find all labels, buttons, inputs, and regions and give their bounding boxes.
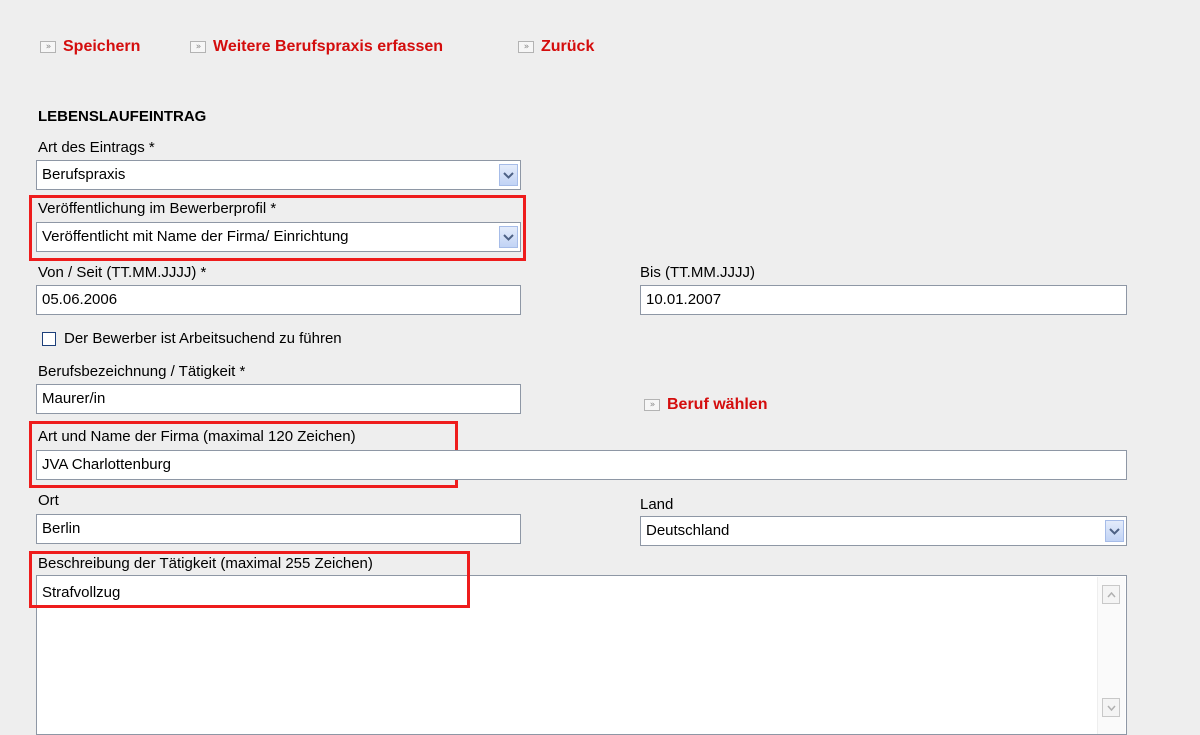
double-arrow-icon: » [518, 41, 534, 53]
city-input[interactable]: Berlin [36, 514, 521, 544]
entry-type-select[interactable]: Berufspraxis [36, 160, 521, 190]
chevron-down-icon[interactable] [1105, 520, 1124, 542]
chevron-down-icon[interactable] [499, 226, 518, 248]
double-arrow-icon: » [190, 41, 206, 53]
choose-job-label[interactable]: Beruf wählen [667, 396, 767, 414]
company-label: Art und Name der Firma (maximal 120 Zeic… [38, 428, 356, 445]
choose-job-link[interactable]: » Beruf wählen [644, 394, 767, 416]
double-arrow-icon: » [40, 41, 56, 53]
vertical-scrollbar[interactable] [1097, 577, 1125, 734]
company-input[interactable]: JVA Charlottenburg [36, 450, 1127, 480]
publication-value: Veröffentlicht mit Name der Firma/ Einri… [42, 228, 349, 245]
job-seeking-checkbox[interactable] [42, 332, 56, 346]
job-title-input[interactable]: Maurer/in [36, 384, 521, 414]
country-value: Deutschland [646, 522, 730, 539]
publication-select[interactable]: Veröffentlicht mit Name der Firma/ Einri… [36, 222, 521, 252]
back-link[interactable]: » Zurück [518, 36, 594, 58]
country-label: Land [640, 496, 674, 513]
from-date-input[interactable]: 05.06.2006 [36, 285, 521, 315]
save-label[interactable]: Speichern [63, 38, 140, 56]
entry-type-value: Berufspraxis [42, 166, 126, 183]
scroll-down-icon[interactable] [1102, 698, 1120, 717]
to-date-label: Bis (TT.MM.JJJJ) [640, 264, 755, 281]
description-label: Beschreibung der Tätigkeit (maximal 255 … [38, 555, 373, 572]
publication-label: Veröffentlichung im Bewerberprofil * [38, 200, 277, 217]
entry-type-label: Art des Eintrags * [38, 139, 155, 156]
save-link[interactable]: » Speichern [40, 36, 140, 58]
country-select[interactable]: Deutschland [640, 516, 1127, 546]
job-title-label: Berufsbezeichnung / Tätigkeit * [38, 363, 246, 380]
city-label: Ort [38, 492, 59, 509]
double-arrow-icon: » [644, 399, 660, 411]
add-more-link[interactable]: » Weitere Berufspraxis erfassen [190, 36, 443, 58]
section-title: LEBENSLAUFEINTRAG [38, 108, 207, 125]
to-date-input[interactable]: 10.01.2007 [640, 285, 1127, 315]
back-label[interactable]: Zurück [541, 38, 594, 56]
from-date-label: Von / Seit (TT.MM.JJJJ) * [38, 264, 207, 281]
job-seeking-label: Der Bewerber ist Arbeitsuchend zu führen [64, 330, 342, 347]
chevron-down-icon[interactable] [499, 164, 518, 186]
add-more-label[interactable]: Weitere Berufspraxis erfassen [213, 38, 443, 56]
scroll-up-icon[interactable] [1102, 585, 1120, 604]
